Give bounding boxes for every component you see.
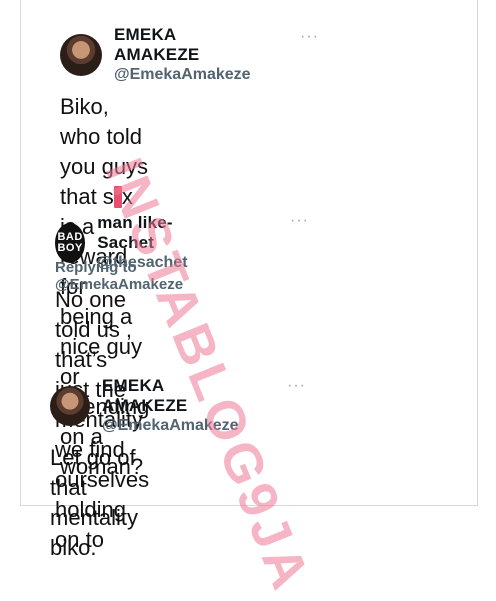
censor-mark: [113, 186, 122, 208]
display-name[interactable]: man like-Sachet: [97, 213, 197, 253]
tweet-text: Let go of that mentality biko.: [50, 443, 138, 563]
handle[interactable]: @EmekaAmakeze: [114, 65, 251, 85]
tweet-line: No one told us , that’s: [55, 287, 133, 372]
more-options-icon[interactable]: ···: [287, 377, 306, 395]
replying-label: Replying to: [55, 259, 137, 276]
avatar[interactable]: [50, 386, 90, 426]
tweet-line-part: that s: [60, 184, 114, 209]
tweet-header: EMEKA AMAKEZE @EmekaAmakeze: [60, 25, 251, 85]
display-name[interactable]: EMEKA AMAKEZE: [102, 376, 239, 416]
more-options-icon[interactable]: ···: [290, 212, 309, 230]
avatar[interactable]: [60, 34, 102, 76]
more-options-icon[interactable]: ···: [300, 28, 319, 46]
tweet-line: biko.: [50, 535, 97, 560]
tweet-line: Biko, who told you guys: [60, 94, 149, 179]
tweet-line: Let go of that mentality: [50, 445, 139, 530]
avatar[interactable]: BAD BOY: [55, 223, 86, 263]
display-name[interactable]: EMEKA AMAKEZE: [114, 25, 251, 65]
tweet-header: EMEKA AMAKEZE @EmekaAmakeze: [50, 376, 239, 436]
handle[interactable]: @EmekaAmakeze: [102, 416, 239, 436]
avatar-text: BOY: [57, 242, 83, 254]
